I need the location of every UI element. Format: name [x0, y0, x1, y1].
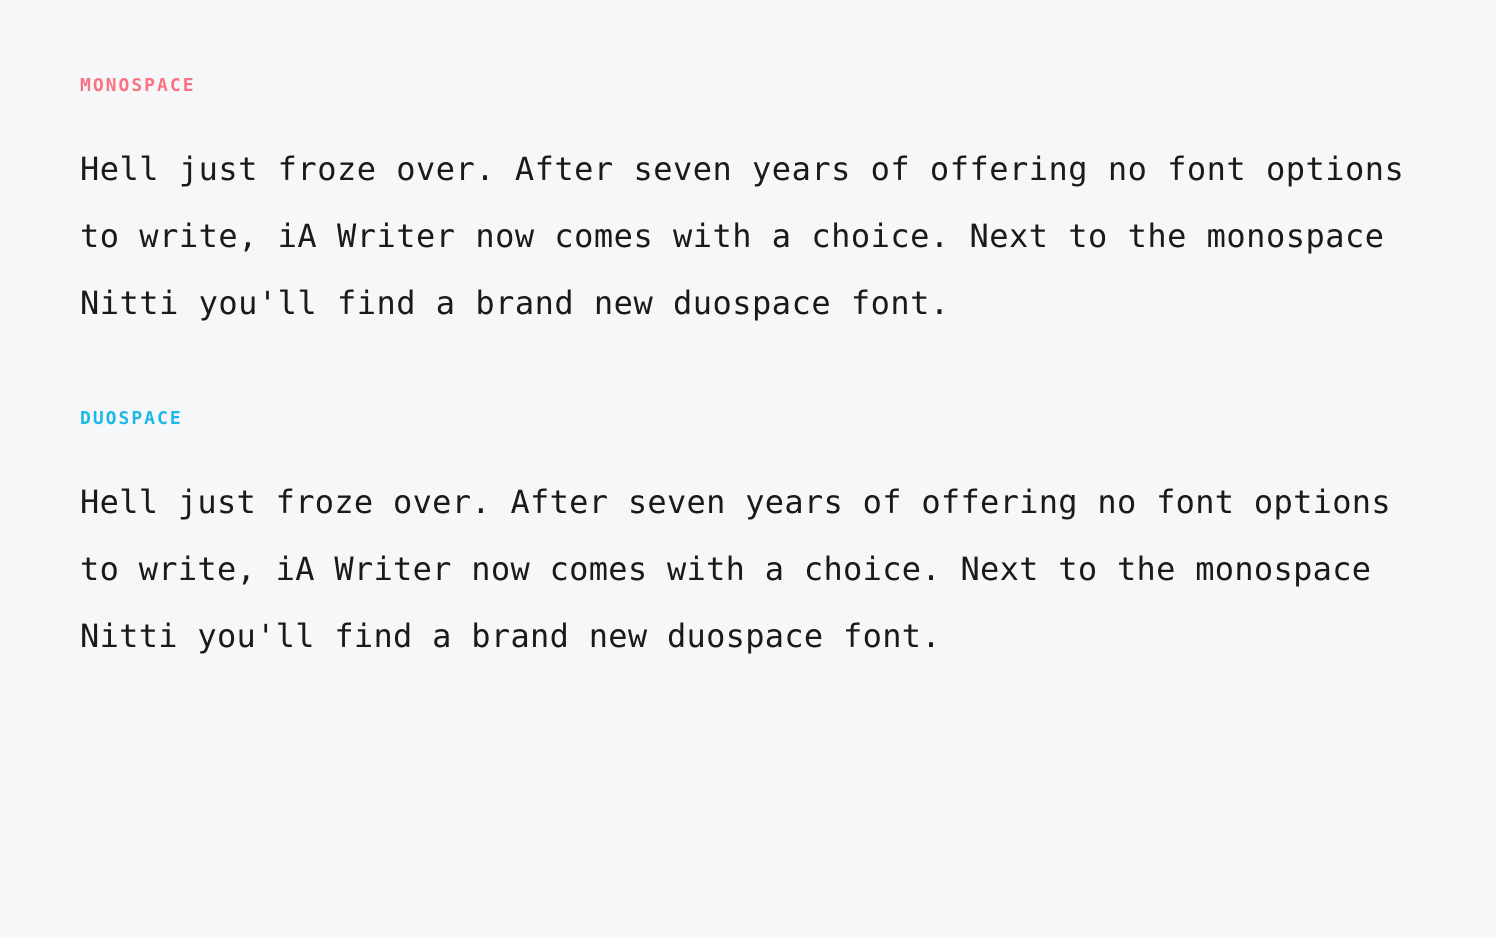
monospace-label: MONOSPACE — [80, 75, 1416, 96]
duospace-body-text: Hell just froze over. After seven years … — [80, 469, 1416, 671]
duospace-label: DUOSPACE — [80, 408, 1416, 429]
monospace-section: MONOSPACE Hell just froze over. After se… — [80, 75, 1416, 338]
duospace-section: DUOSPACE Hell just froze over. After sev… — [80, 408, 1416, 671]
monospace-body-text: Hell just froze over. After seven years … — [80, 136, 1416, 338]
